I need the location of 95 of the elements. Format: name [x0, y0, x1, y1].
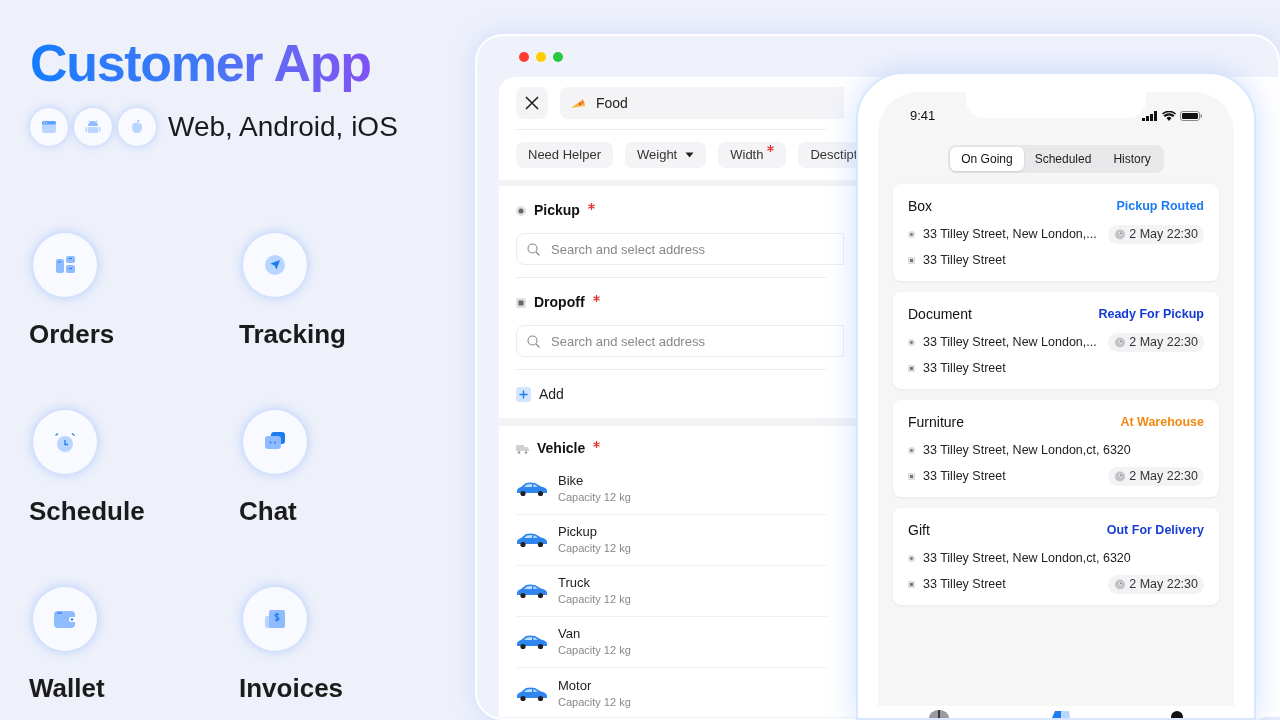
address-text: 33 Tilley Street	[923, 575, 1007, 593]
signal-icon	[1142, 110, 1158, 121]
nav-icon[interactable]	[927, 710, 950, 718]
dropoff-square-icon	[516, 297, 526, 308]
vehicle-capacity: Capacity 12 kg	[558, 541, 631, 556]
pickup-dot-icon	[908, 338, 915, 346]
vehicle-capacity: Capacity 12 kg	[558, 643, 631, 658]
vehicle-capacity: Capacity 12 kg	[558, 490, 631, 505]
vehicle-option[interactable]: Motor Capacity 12 kg	[516, 668, 827, 719]
time-pill: 2 May 22:30	[1108, 224, 1204, 244]
section-label: Vehicle	[537, 439, 586, 458]
filter-chip[interactable]: Need Helper	[516, 142, 613, 168]
vehicle-name: Bike	[558, 473, 585, 489]
battery-icon	[1180, 110, 1202, 121]
car-icon	[516, 583, 548, 599]
car-icon	[516, 685, 548, 702]
vehicle-name: Truck	[558, 575, 592, 591]
address-field[interactable]: Search and select address	[516, 325, 844, 357]
pickup-dot-icon	[908, 446, 915, 454]
close-icon	[525, 96, 539, 110]
wifi-icon	[1162, 110, 1176, 121]
feature-label: Tracking	[239, 318, 346, 350]
order-card[interactable]: Document Ready For Pickup 33 Tilley Street, New London,... 2 May 22:30 33 Tilley Street	[893, 291, 1219, 389]
pickup-dot-icon	[516, 205, 526, 216]
vehicle-option[interactable]: Pickup Capacity 12 kg	[516, 515, 827, 566]
vehicle-capacity: Capacity 12 kg	[558, 694, 631, 710]
order-name: Box	[908, 196, 933, 216]
segment-tab[interactable]: On Going	[950, 146, 1024, 171]
vehicle-name: Motor	[558, 677, 593, 694]
time-pill: 2 May 22:30	[1108, 574, 1204, 594]
dropoff-square-icon	[908, 472, 915, 480]
add-icon	[516, 386, 531, 402]
address-text: 33 Tilley Street, New London,ct, 6320	[923, 441, 1132, 459]
vehicle-capacity: Capacity 12 kg	[558, 592, 631, 607]
vehicle-name: Pickup	[558, 524, 599, 540]
feature-label: Wallet	[29, 672, 105, 704]
address-text: 33 Tilley Street, New London,...	[923, 225, 1098, 243]
section-label: Pickup	[534, 201, 580, 220]
order-card[interactable]: Furniture At Warehouse 33 Tilley Street, New London,ct, 6320 33 Tilley Street 2 May 22:30	[893, 399, 1219, 497]
required-icon	[767, 145, 775, 152]
dropoff-square-icon	[908, 256, 915, 264]
filter-chip[interactable]: Desctipt	[798, 142, 858, 168]
dropoff-square-icon	[908, 364, 915, 372]
feature-label: Chat	[239, 495, 297, 527]
nav-icon[interactable]	[1170, 710, 1185, 718]
search-icon	[527, 335, 540, 348]
segment-tab[interactable]: History	[1102, 146, 1162, 171]
order-name: Gift	[908, 520, 930, 540]
add-link[interactable]: Add	[539, 383, 564, 405]
address-text: 33 Tilley Street, New London,...	[923, 333, 1098, 351]
caret-icon	[685, 152, 695, 158]
address-text: 33 Tilley Street	[923, 251, 1007, 269]
feature-label: Invoices	[239, 672, 344, 704]
alarm-clock-icon	[1114, 336, 1127, 348]
alarm-clock-icon	[1114, 228, 1127, 240]
car-icon	[516, 634, 548, 650]
time-pill: 2 May 22:30	[1108, 332, 1204, 352]
vehicle-option[interactable]: Truck Capacity 12 kg	[516, 566, 827, 617]
alarm-clock-icon	[1114, 578, 1127, 590]
vehicle-option[interactable]: Bike Capacity 12 kg	[516, 464, 827, 515]
time-pill: 2 May 22:30	[1108, 466, 1204, 486]
dropoff-square-icon	[908, 580, 915, 588]
search-icon	[527, 243, 540, 256]
vehicle-option[interactable]: Van Capacity 12 kg	[516, 617, 827, 668]
category-value: Food	[596, 93, 628, 113]
segment-tab[interactable]: Scheduled	[1023, 146, 1103, 171]
alarm-clock-icon	[1114, 470, 1127, 482]
address-text: 33 Tilley Street, New London,ct, 6320	[923, 549, 1132, 567]
order-status: Pickup Routed	[1116, 197, 1204, 215]
order-name: Document	[908, 304, 972, 324]
section-label: Dropoff	[534, 293, 585, 312]
category-field[interactable]: Food	[560, 87, 844, 119]
order-name: Furniture	[908, 412, 965, 432]
truck-icon	[516, 443, 529, 454]
car-icon	[516, 532, 548, 548]
order-card[interactable]: Gift Out For Delivery 33 Tilley Street, New London,ct, 6320 33 Tilley Street 2 May 22:30	[893, 507, 1219, 605]
pickup-dot-icon	[908, 230, 915, 238]
pizza-icon	[570, 97, 586, 109]
address-field[interactable]: Search and select address	[516, 233, 844, 265]
feature-label: Schedule	[29, 495, 145, 527]
address-text: 33 Tilley Street	[923, 359, 1007, 377]
status-time: 9:41	[910, 107, 936, 125]
vehicle-name: Van	[558, 626, 582, 642]
car-icon	[516, 481, 548, 497]
feature-label: Orders	[29, 318, 115, 350]
filter-chip[interactable]: Weight	[625, 142, 707, 168]
order-status: At Warehouse	[1120, 413, 1204, 431]
pickup-dot-icon	[908, 554, 915, 562]
close-button[interactable]	[516, 87, 548, 119]
filter-chip[interactable]: Width	[718, 142, 787, 168]
platforms-label: Web, Android, iOS	[168, 110, 398, 144]
order-status: Ready For Pickup	[1098, 305, 1204, 323]
order-card[interactable]: Box Pickup Routed 33 Tilley Street, New London,... 2 May 22:30 33 Tilley Street	[893, 183, 1219, 281]
address-text: 33 Tilley Street	[923, 467, 1007, 485]
order-status: Out For Delivery	[1106, 521, 1204, 539]
